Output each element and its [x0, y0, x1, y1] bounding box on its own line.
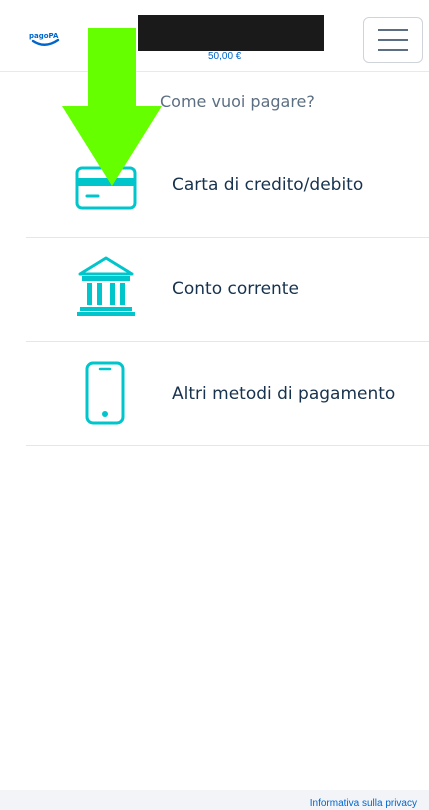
credit-card-icon — [75, 166, 137, 210]
smartphone-icon — [85, 361, 125, 425]
top-bar: pagoPA 50,00 € — [0, 0, 429, 72]
divider — [26, 445, 429, 446]
hamburger-menu-icon — [378, 29, 408, 31]
payment-method-prompt: Come vuoi pagare? — [160, 92, 315, 111]
option-bank-account[interactable]: Conto corrente — [26, 238, 429, 342]
footer: Informativa sulla privacy — [0, 790, 429, 810]
menu-button[interactable] — [363, 17, 423, 63]
redacted-area — [138, 15, 324, 51]
privacy-link[interactable]: Informativa sulla privacy — [310, 798, 417, 809]
option-credit-card[interactable]: Carta di credito/debito — [26, 133, 429, 237]
option-label: Conto corrente — [172, 279, 299, 299]
option-other-methods[interactable]: Altri metodi di pagamento — [26, 342, 429, 446]
payment-amount: 50,00 € — [208, 51, 242, 62]
pagopa-logo-icon[interactable]: pagoPA — [28, 28, 62, 48]
svg-text:pagoPA: pagoPA — [29, 32, 59, 40]
option-label: Altri metodi di pagamento — [172, 384, 396, 404]
option-label: Carta di credito/debito — [172, 175, 364, 195]
bank-icon — [77, 256, 135, 316]
